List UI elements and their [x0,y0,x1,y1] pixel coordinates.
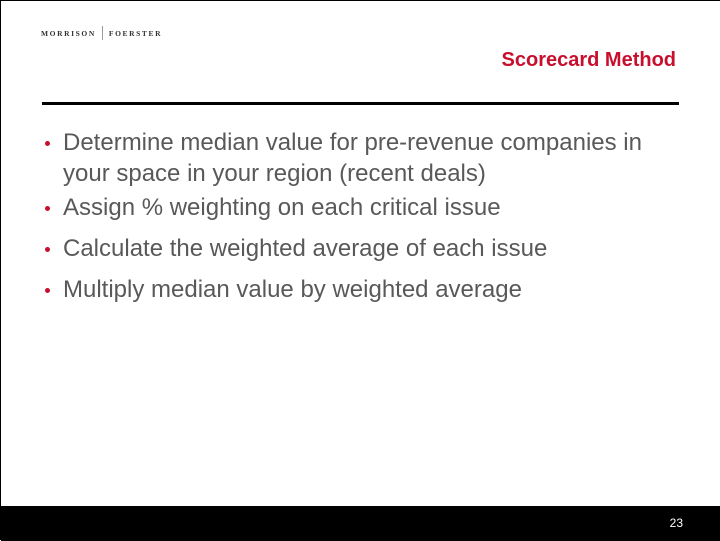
bullet-item: Assign % weighting on each critical issu… [41,192,671,223]
title-divider [42,102,679,105]
bullet-item: Multiply median value by weighted averag… [41,274,671,305]
bullet-text: Calculate the weighted average of each i… [63,235,548,262]
bullet-dot-icon [45,206,50,211]
slide-title: Scorecard Method [501,49,676,71]
bullet-dot-icon [45,247,50,252]
bullet-text: Determine median value for pre-revenue c… [63,129,642,187]
bullet-text: Multiply median value by weighted averag… [63,276,522,303]
bullet-text: Assign % weighting on each critical issu… [63,194,501,221]
bullet-dot-icon [45,141,50,146]
bullet-list: Determine median value for pre-revenue c… [41,127,671,315]
company-logo: MORRISON FOERSTER [41,26,162,40]
footer-bar: 23 [1,506,720,541]
logo-right-text: FOERSTER [108,28,163,38]
bullet-item: Calculate the weighted average of each i… [41,233,671,264]
bullet-dot-icon [45,288,50,293]
logo-left-text: MORRISON [41,28,96,38]
slide: MORRISON FOERSTER Scorecard Method Deter… [0,0,720,541]
bullet-item: Determine median value for pre-revenue c… [41,127,671,189]
logo-divider [101,26,103,40]
page-number: 23 [669,516,683,530]
